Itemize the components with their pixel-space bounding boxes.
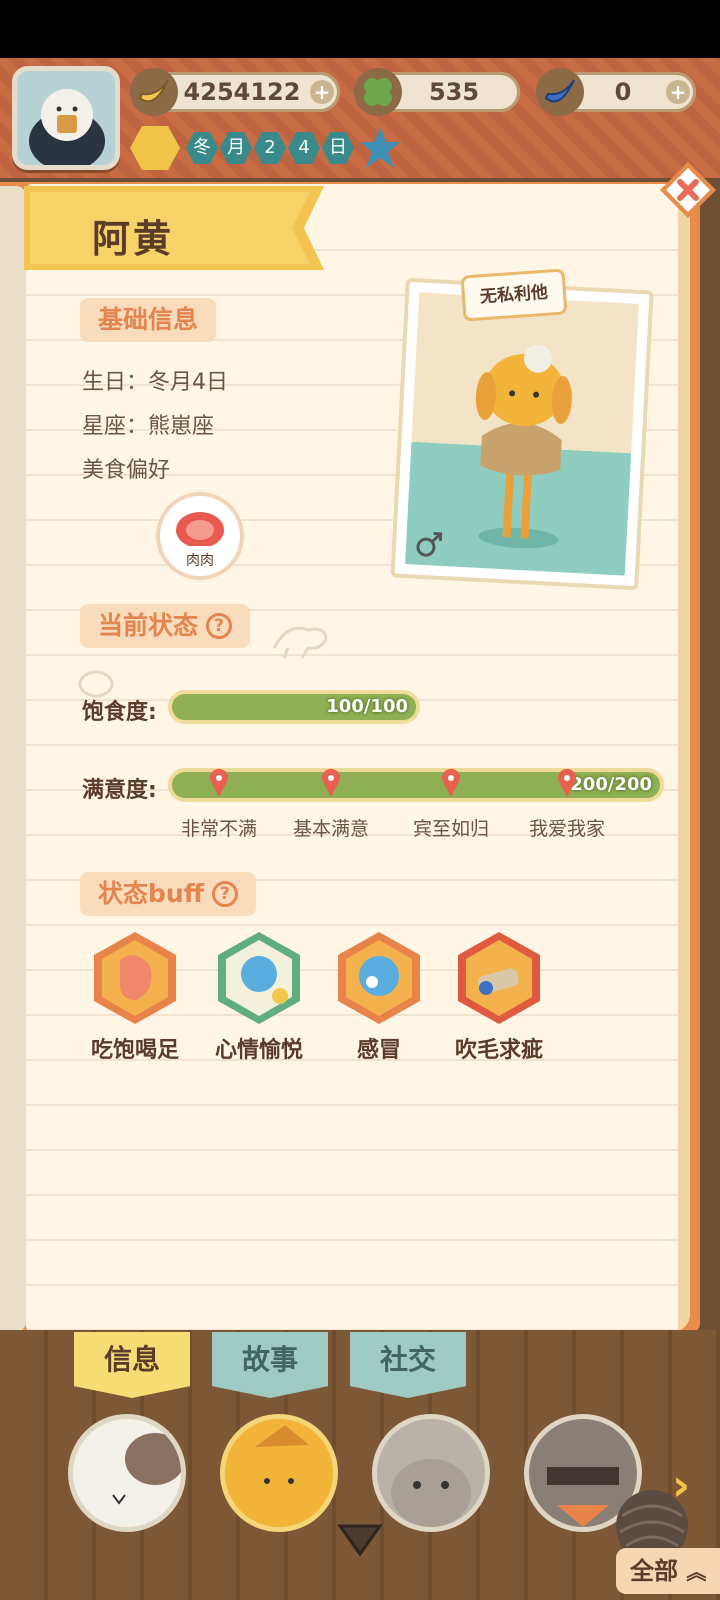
system-status-bar (0, 0, 720, 58)
milestone-label: 我爱我家 (528, 818, 605, 840)
basic-info-title: 基础信息 (98, 305, 199, 334)
buff-title: 状态buff (98, 879, 204, 908)
blue-banana-value: 0 (614, 78, 632, 106)
banana-add-button[interactable]: + (310, 80, 334, 104)
status-help-icon[interactable]: ? (206, 613, 233, 639)
roster-cat-1[interactable] (68, 1414, 186, 1532)
character-name: 阿黄 (92, 217, 175, 261)
date-cell: 月 (220, 132, 252, 164)
page-edge (678, 184, 690, 1332)
calendar-date: 冬 月 2 4 日 (186, 128, 356, 168)
happy-mood-icon (218, 932, 300, 1024)
trait-tag: 无私利他 (460, 268, 568, 322)
date-cell: 冬 (186, 132, 218, 164)
fullness-value: 100/100 (326, 696, 408, 717)
buff-item[interactable]: 心情愉悦 (214, 930, 304, 1064)
fullness-label: 饱食度: (82, 700, 157, 725)
current-status-title: 当前状态 (98, 611, 199, 640)
clover-counter: 535 (354, 68, 520, 116)
current-status-heading: 当前状态 ? (80, 604, 251, 648)
milestone-pin-icon (442, 768, 460, 797)
cold-icon (338, 932, 420, 1024)
milestone-pin-icon (322, 768, 340, 797)
buff-item[interactable]: 吃饱喝足 (90, 930, 180, 1064)
all-filter-label: 全部 (630, 1557, 678, 1585)
tab-info[interactable]: 信息 (74, 1332, 190, 1398)
yellow-dog-avatar (225, 1419, 333, 1527)
banana-counter: 4254122 + (130, 68, 340, 116)
zodiac-text: 星座：熊崽座 (82, 414, 215, 439)
banana-value: 4254122 (183, 78, 301, 106)
calico-cat-avatar (73, 1419, 181, 1527)
clover-icon (354, 68, 402, 116)
player-avatar[interactable] (12, 66, 120, 170)
snowflake-weather-icon (360, 128, 400, 168)
tab-social[interactable]: 社交 (350, 1332, 466, 1398)
moon-season-icon (130, 126, 180, 170)
collapse-down-icon[interactable] (336, 1520, 384, 1560)
close-button[interactable] (658, 160, 718, 220)
date-cell: 日 (322, 132, 354, 164)
double-chevron-up-icon: ︽ (686, 1560, 707, 1584)
player-avatar-icon (29, 89, 105, 165)
buff-label: 感冒 (356, 1038, 401, 1063)
basic-info-heading: 基础信息 (80, 298, 217, 342)
satisfaction-label: 满意度: (82, 778, 157, 803)
male-icon (416, 532, 443, 557)
nitpicky-icon (458, 932, 540, 1024)
buff-label: 吃饱喝足 (90, 1038, 179, 1063)
tab-story[interactable]: 故事 (212, 1332, 328, 1398)
milestone-pin-icon (210, 768, 228, 797)
all-filter-button[interactable]: 全部 ︽ (616, 1548, 720, 1594)
buff-heading: 状态buff ? (80, 872, 256, 916)
food-preference-badge[interactable]: 肉肉 (154, 490, 246, 582)
doodle-dog-icon (272, 626, 328, 659)
fullness-bar: 100/100 (168, 690, 420, 724)
buff-item[interactable]: 吹毛求疵 (454, 930, 544, 1064)
food-pref-label: 美食偏好 (82, 458, 171, 483)
roster-cat-2-selected[interactable] (220, 1414, 338, 1532)
character-portrait (390, 277, 654, 591)
buff-label: 吹毛求疵 (454, 1038, 543, 1063)
food-name: 肉肉 (186, 553, 214, 569)
milestone-label: 宾至如归 (412, 818, 489, 840)
date-cell: 2 (254, 132, 286, 164)
blue-banana-icon (536, 68, 584, 116)
roster-cat-3[interactable] (372, 1414, 490, 1532)
grey-bunny-avatar (377, 1419, 485, 1527)
milestone-label: 基本满意 (292, 818, 369, 840)
satisfaction-bar: 200/200 (168, 768, 664, 802)
milestone-pin-icon (558, 768, 576, 797)
blue-banana-add-button[interactable]: + (666, 80, 690, 104)
blue-banana-counter: 0 + (536, 68, 696, 116)
milestone-label: 非常不满 (180, 818, 257, 840)
banana-icon (130, 68, 178, 116)
clover-value: 535 (428, 78, 480, 106)
satisfaction-value: 200/200 (570, 774, 652, 795)
full-stomach-icon (94, 932, 176, 1024)
date-cell: 4 (288, 132, 320, 164)
buff-label: 心情愉悦 (214, 1038, 303, 1063)
notebook-left-page (0, 186, 26, 1332)
buff-item[interactable]: 感冒 (334, 930, 424, 1064)
birthday-text: 生日：冬月4日 (82, 370, 228, 395)
buff-help-icon[interactable]: ? (211, 881, 238, 907)
